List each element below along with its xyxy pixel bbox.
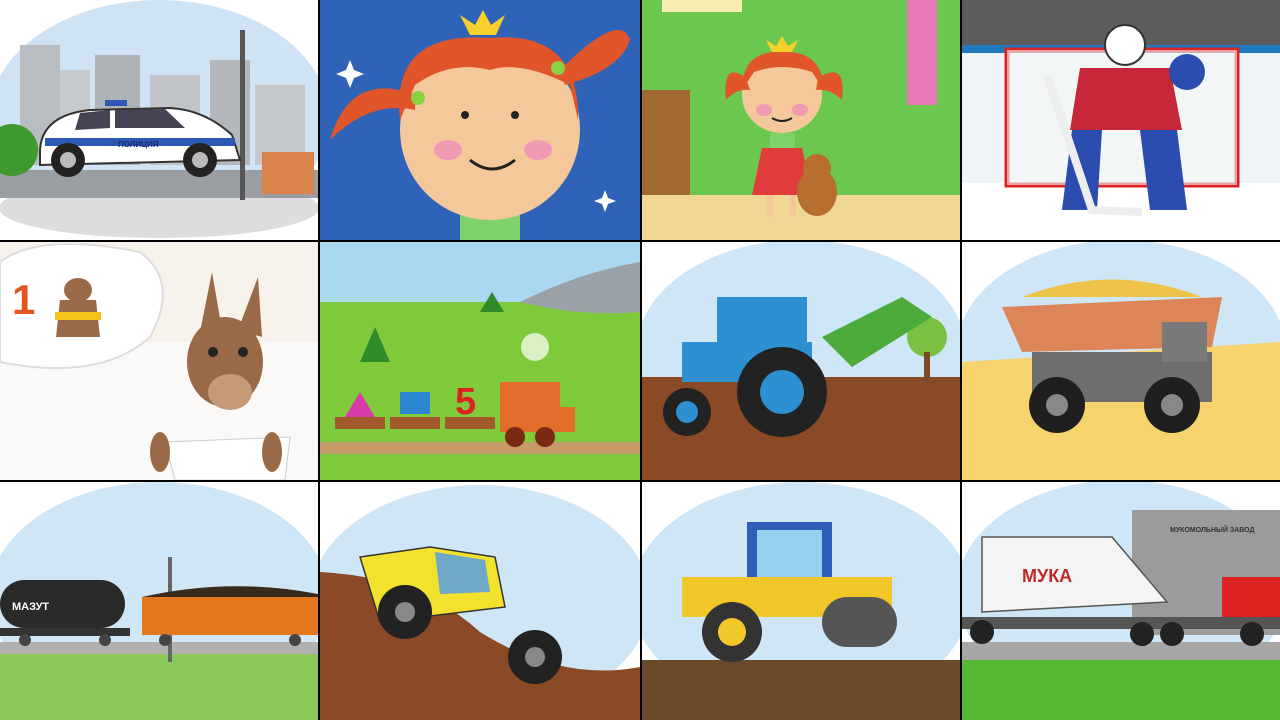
number-label: 1	[12, 276, 35, 323]
police-car-illustration: ПОЛИЦИЯ	[0, 0, 318, 240]
freight-train-illustration: МАЗУТ	[0, 482, 318, 720]
dump-truck-illustration	[962, 242, 1280, 480]
flour-truck-illustration: МУКОМОЛЬНЫЙ ЗАВОД МУКА	[962, 482, 1280, 720]
girl-with-teddy-illustration	[642, 0, 960, 240]
tile-girl-portrait[interactable]	[320, 0, 640, 240]
tile-freight-train[interactable]: МАЗУТ	[0, 482, 318, 720]
tile-hockey-goalie[interactable]	[962, 0, 1280, 240]
tile-road-roller[interactable]	[642, 482, 960, 720]
tile-flour-truck[interactable]: МУКОМОЛЬНЫЙ ЗАВОД МУКА	[962, 482, 1280, 720]
mazut-label: МАЗУТ	[12, 601, 49, 613]
hockey-goalie-illustration	[962, 0, 1280, 240]
tile-kangaroo[interactable]: 1	[0, 242, 318, 480]
blue-tractor-illustration	[642, 242, 960, 480]
tile-toy-train[interactable]: 5	[320, 242, 640, 480]
tile-yellow-suv[interactable]	[320, 482, 640, 720]
tile-dump-truck[interactable]	[962, 242, 1280, 480]
tile-blue-tractor[interactable]	[642, 242, 960, 480]
police-label: ПОЛИЦИЯ	[118, 140, 159, 149]
yellow-suv-illustration	[320, 482, 640, 720]
number-label: 5	[455, 381, 476, 423]
flour-label: МУКА	[1022, 566, 1072, 586]
girl-portrait-illustration	[320, 0, 640, 240]
kangaroo-illustration: 1	[0, 242, 318, 480]
video-thumbnail-grid: ПОЛИЦИЯ 1 5 МАЗУТ МУКОМОЛЬНЫЙ ЗАВОД МУКА	[0, 0, 1280, 720]
tile-police-car[interactable]: ПОЛИЦИЯ	[0, 0, 318, 240]
factory-sign: МУКОМОЛЬНЫЙ ЗАВОД	[1170, 525, 1255, 534]
tile-girl-with-teddy[interactable]	[642, 0, 960, 240]
toy-train-illustration: 5	[320, 242, 640, 480]
road-roller-illustration	[642, 482, 960, 720]
